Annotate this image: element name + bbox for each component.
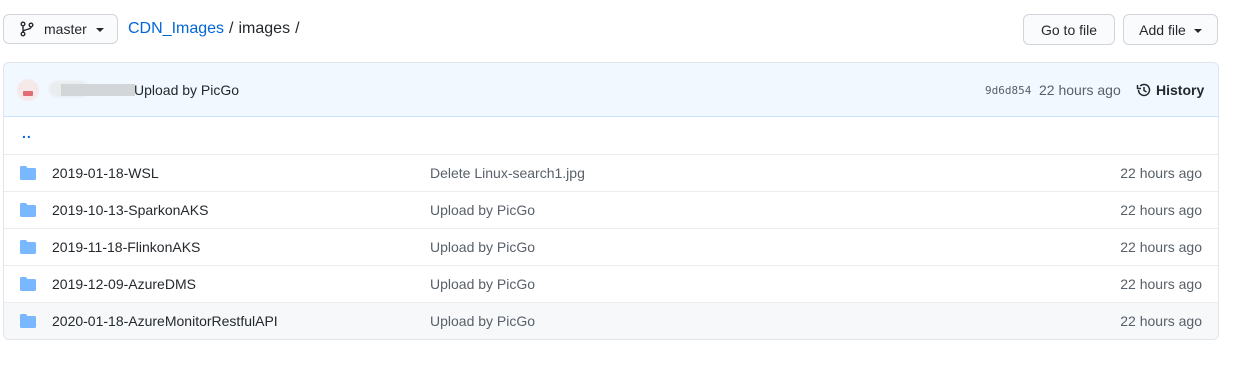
redacted-author	[49, 78, 135, 100]
folder-name-link[interactable]: 2019-10-13-SparkonAKS	[52, 202, 208, 218]
history-link[interactable]: History	[1136, 82, 1204, 98]
breadcrumb-separator: /	[229, 20, 234, 37]
commit-age: 22 hours ago	[1120, 239, 1202, 255]
table-row[interactable]: 2019-11-18-FlinkonAKS Upload by PicGo 22…	[4, 228, 1218, 265]
breadcrumb-current-folder: images	[238, 20, 291, 37]
table-row[interactable]: 2019-12-09-AzureDMS Upload by PicGo 22 h…	[4, 265, 1218, 302]
table-row[interactable]: 2020-01-18-AzureMonitorRestfulAPI Upload…	[4, 302, 1218, 339]
folder-icon	[20, 203, 36, 217]
parent-directory-link[interactable]: ..	[22, 125, 32, 141]
breadcrumb: CDN_Images / images /	[128, 20, 305, 38]
history-icon	[1136, 83, 1151, 97]
chevron-down-icon	[1193, 28, 1202, 33]
commit-time: 22 hours ago	[1039, 82, 1121, 98]
history-label: History	[1156, 82, 1205, 98]
commit-age: 22 hours ago	[1120, 313, 1202, 329]
folder-name-link[interactable]: 2019-11-18-FlinkonAKS	[52, 239, 200, 255]
commit-message-link[interactable]: Upload by PicGo	[430, 202, 535, 218]
file-navigation: master CDN_Images / images / Go to file …	[0, 0, 1235, 62]
git-branch-icon	[20, 21, 34, 37]
folder-icon	[20, 240, 36, 254]
commit-message-link[interactable]: Upload by PicGo	[430, 239, 535, 255]
file-list: Upload by PicGo 9d6d854 22 hours ago His…	[3, 62, 1219, 340]
commit-message-link[interactable]: Delete Linux-search1.jpg	[430, 165, 585, 181]
branch-name: master	[44, 21, 87, 37]
latest-commit-bar: Upload by PicGo 9d6d854 22 hours ago His…	[4, 63, 1218, 117]
parent-directory-row[interactable]: ..	[4, 117, 1218, 154]
commit-message-link[interactable]: Upload by PicGo	[430, 313, 535, 329]
chevron-down-icon	[95, 28, 104, 32]
commit-age: 22 hours ago	[1120, 202, 1202, 218]
avatar[interactable]	[17, 79, 39, 101]
folder-name-link[interactable]: 2019-01-18-WSL	[52, 165, 159, 181]
breadcrumb-separator: /	[295, 20, 300, 37]
commit-sha[interactable]: 9d6d854	[985, 84, 1031, 97]
breadcrumb-repo-link[interactable]: CDN_Images	[128, 20, 224, 38]
table-row[interactable]: 2019-10-13-SparkonAKS Upload by PicGo 22…	[4, 191, 1218, 228]
table-row[interactable]: 2019-01-18-WSL Delete Linux-search1.jpg …	[4, 154, 1218, 191]
branch-select-button[interactable]: master	[3, 14, 118, 44]
commit-age: 22 hours ago	[1120, 276, 1202, 292]
folder-icon	[20, 166, 36, 180]
go-to-file-button[interactable]: Go to file	[1023, 14, 1115, 45]
add-file-button[interactable]: Add file	[1123, 14, 1218, 45]
commit-message-link[interactable]: Upload by PicGo	[430, 276, 535, 292]
go-to-file-label: Go to file	[1040, 21, 1098, 38]
folder-icon	[20, 314, 36, 328]
commit-message[interactable]: Upload by PicGo	[134, 82, 239, 98]
folder-name-link[interactable]: 2019-12-09-AzureDMS	[52, 276, 196, 292]
commit-age: 22 hours ago	[1120, 165, 1202, 181]
folder-name-link[interactable]: 2020-01-18-AzureMonitorRestfulAPI	[52, 313, 278, 329]
folder-icon	[20, 277, 36, 291]
add-file-label: Add file	[1139, 21, 1186, 38]
